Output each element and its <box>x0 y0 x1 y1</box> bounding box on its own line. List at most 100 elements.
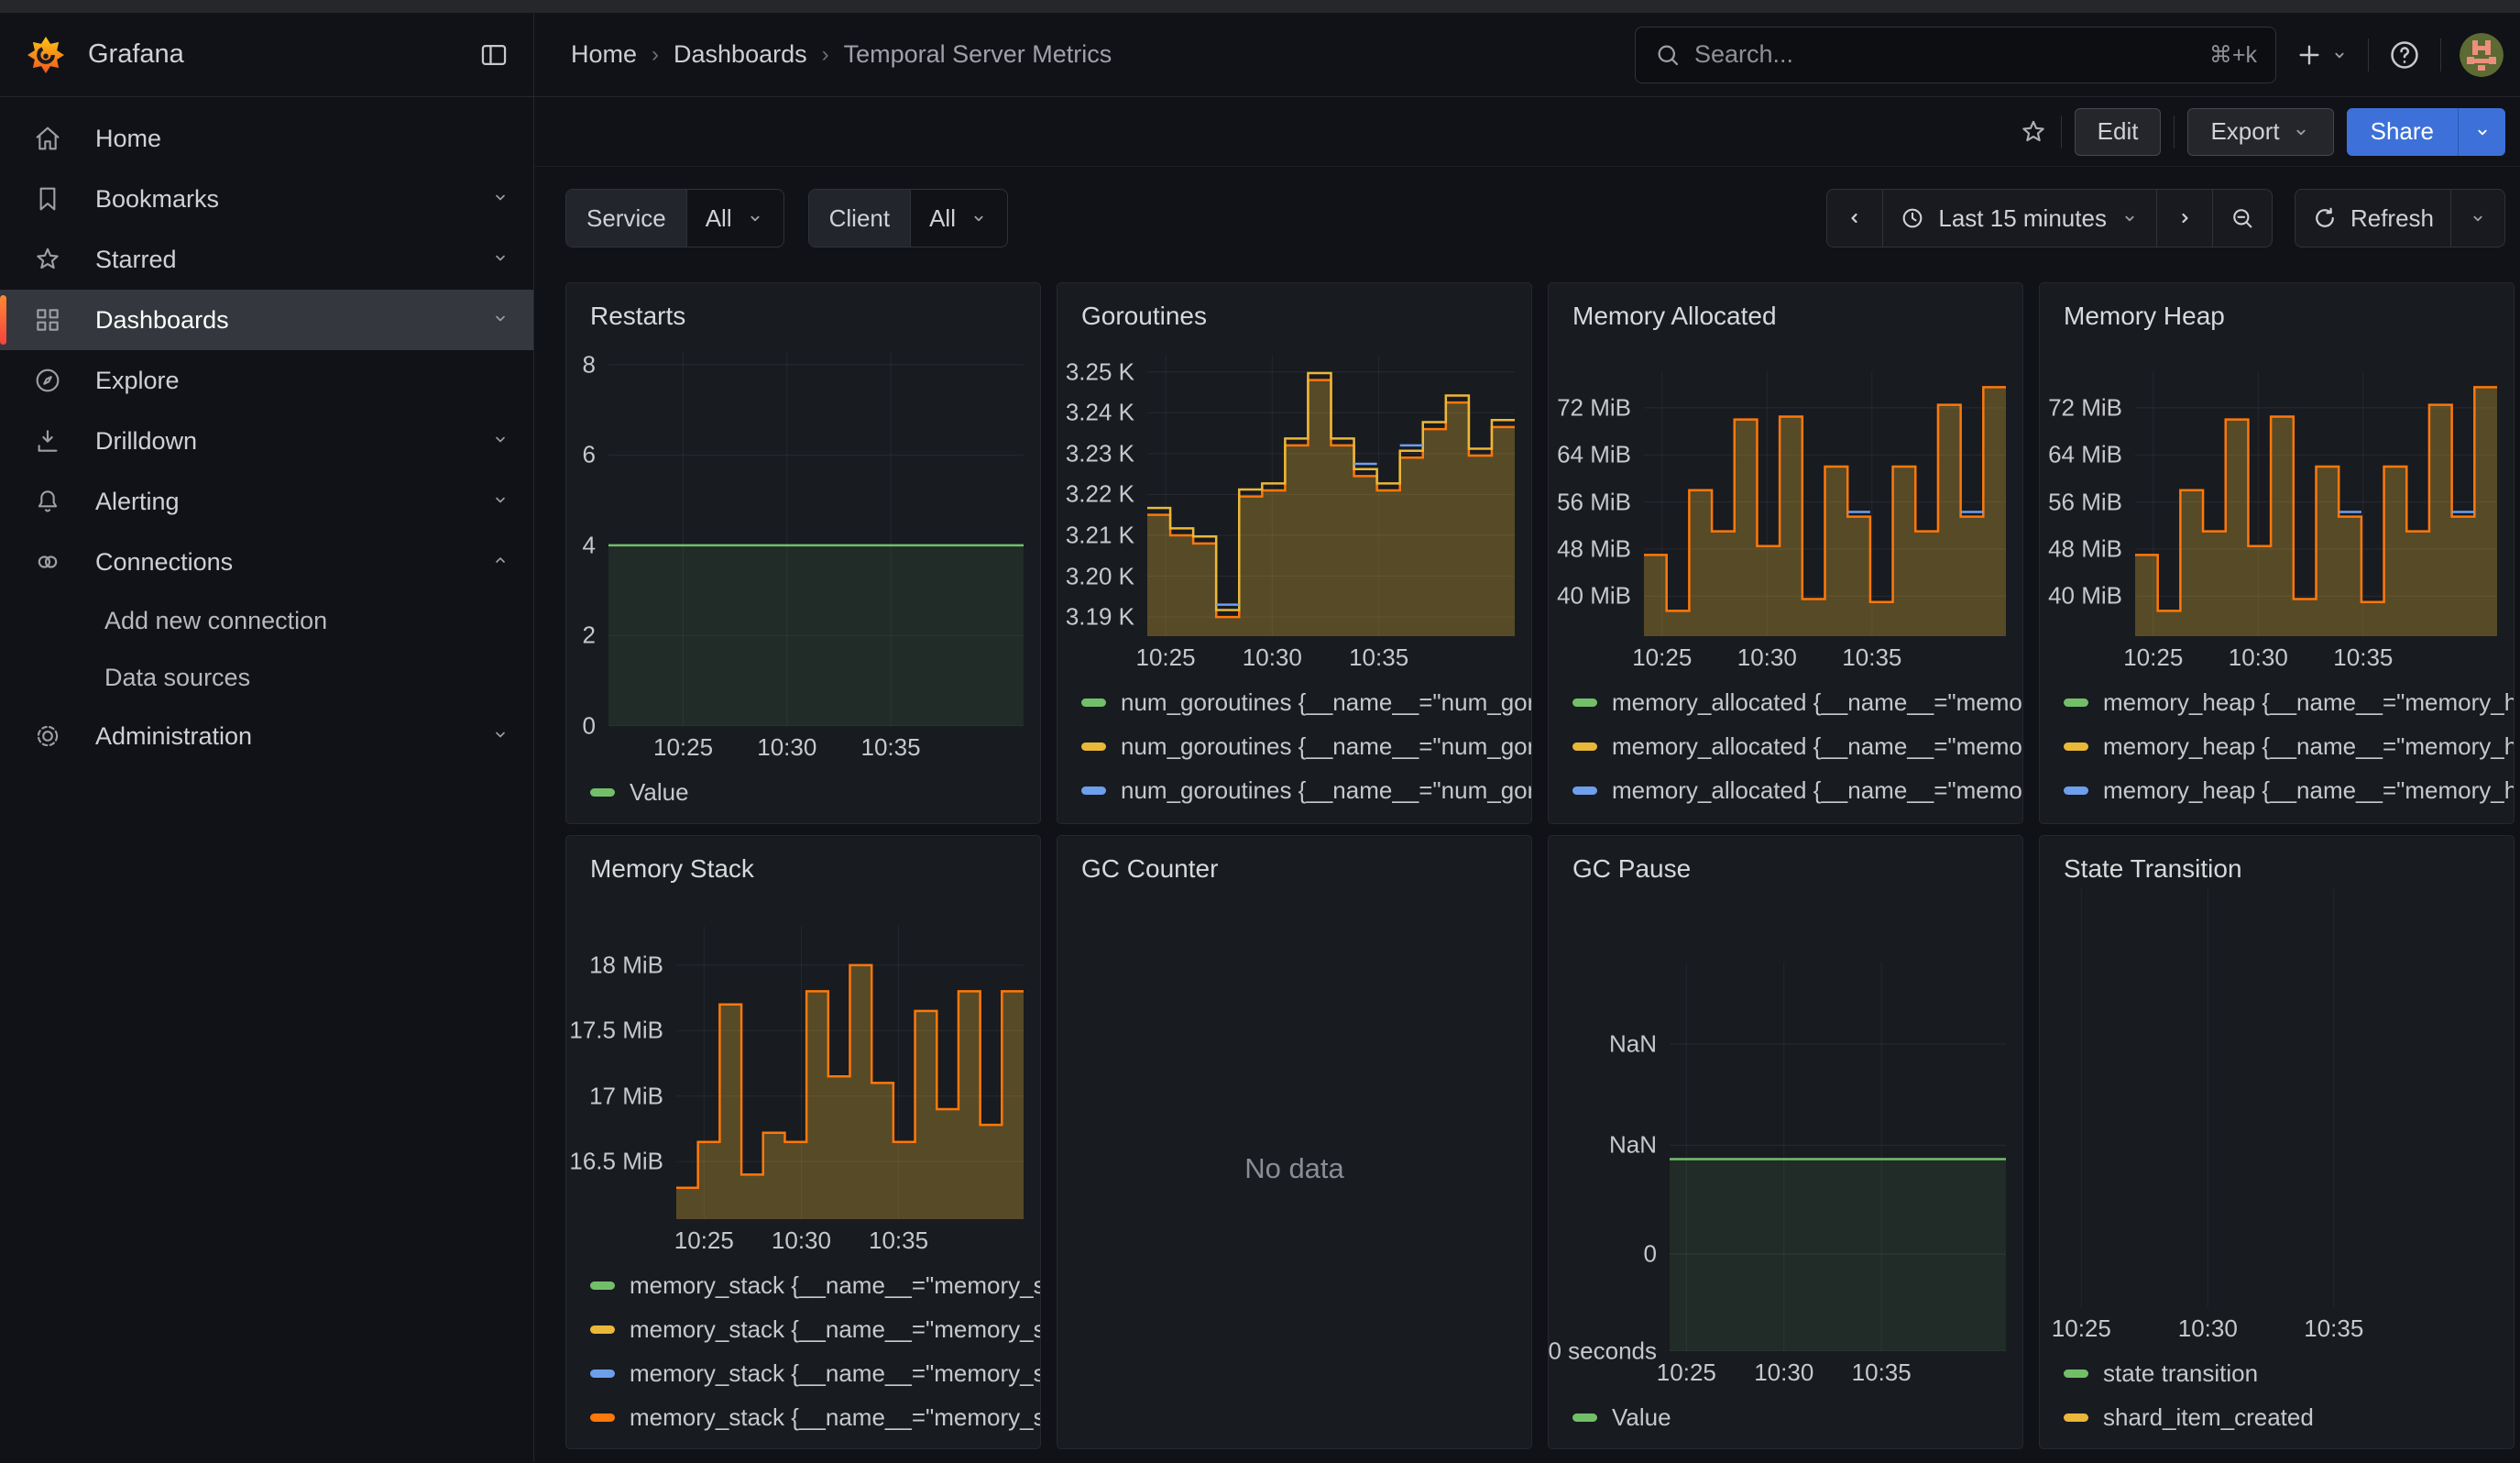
no-data-message: No data <box>1057 889 1531 1448</box>
legend-item[interactable]: memory_stack {__name__="memory_stack" <box>590 1263 1040 1307</box>
panel-title[interactable]: GC Pause <box>1549 836 2022 889</box>
y-axis-tick-label: 17 MiB <box>589 1082 663 1110</box>
breadcrumb-current-page: Temporal Server Metrics <box>844 40 1112 69</box>
legend-item[interactable]: memory_allocated {__name__="memory_alloc… <box>1572 812 2022 823</box>
y-axis-tick-label: 48 MiB <box>1557 534 1631 563</box>
legend-series-color <box>1572 742 1597 751</box>
legend-item[interactable]: memory_allocated {__name__="memory_alloc… <box>1572 724 2022 768</box>
legend-item[interactable]: shard_item_created <box>2064 1395 2514 1439</box>
panel-title[interactable]: Restarts <box>566 283 1040 336</box>
legend-series-color <box>1081 786 1106 795</box>
legend-item[interactable]: Value <box>1572 1395 2022 1439</box>
panel-body: 18 MiB17.5 MiB17 MiB16.5 MiB10:2510:3010… <box>566 889 1040 1448</box>
legend-series-color <box>1572 786 1597 795</box>
panel-legend: memory_stack {__name__="memory_stack"mem… <box>566 1260 1040 1448</box>
breadcrumb-dashboards[interactable]: Dashboards <box>674 40 807 69</box>
legend-series-label: shard_item_created <box>2103 1403 2314 1432</box>
refresh-button[interactable]: Refresh <box>2295 190 2450 247</box>
y-axis-tick-label: 0 <box>1644 1240 1657 1269</box>
legend-item[interactable]: memory_stack {__name__="memory_stack" <box>590 1307 1040 1351</box>
star-dashboard-button[interactable] <box>2019 117 2048 147</box>
breadcrumb-separator: › <box>652 42 659 68</box>
legend-item[interactable]: memory_stack {__name__="memory_stack" <box>590 1395 1040 1439</box>
edit-button[interactable]: Edit <box>2075 108 2162 156</box>
panel-title[interactable]: Memory Stack <box>566 836 1040 889</box>
share-button[interactable]: Share <box>2347 108 2458 156</box>
legend-item[interactable]: num_goroutines {__name__="num_goroutines… <box>1081 768 1531 812</box>
client-variable-value[interactable]: All <box>910 190 1007 247</box>
panel-legend: state transition shard_item_created <box>2040 1348 2514 1448</box>
chart-area: 3.25 K3.24 K3.23 K3.22 K3.21 K3.20 K3.19… <box>1057 336 1531 636</box>
grafana-logo[interactable] <box>27 37 64 73</box>
breadcrumb-home[interactable]: Home <box>571 40 637 69</box>
sidebar-item-bookmarks[interactable]: Bookmarks <box>0 169 533 229</box>
refresh-interval-button[interactable] <box>2450 190 2504 247</box>
add-new-button[interactable] <box>2295 40 2350 70</box>
legend-item[interactable]: memory_allocated {__name__="memory_alloc… <box>1572 680 2022 724</box>
plot-region[interactable] <box>1644 371 2006 636</box>
search-box[interactable]: ⌘+k <box>1635 27 2276 83</box>
share-menu-button[interactable] <box>2458 108 2505 156</box>
breadcrumb-separator: › <box>822 42 829 68</box>
search-shortcut-hint: ⌘+k <box>2209 41 2257 69</box>
user-avatar[interactable] <box>2460 33 2504 77</box>
legend-item[interactable]: state transition <box>2064 1351 2514 1395</box>
legend-item[interactable]: memory_heap {__name__="memory_heap" <box>2064 768 2514 812</box>
plug-icon <box>33 547 62 577</box>
sidebar-item-dashboards[interactable]: Dashboards <box>0 290 533 350</box>
chart-area <box>2040 889 2514 1307</box>
plot-region[interactable] <box>1670 962 2006 1351</box>
legend-series-label: memory_stack {__name__="memory_stack" <box>630 1359 1040 1388</box>
export-button[interactable]: Export <box>2187 108 2333 156</box>
sidebar-item-drilldown[interactable]: Drilldown <box>0 411 533 471</box>
sidebar-item-explore[interactable]: Explore <box>0 350 533 411</box>
brand-name: Grafana <box>88 39 184 70</box>
chart-canvas <box>676 926 1024 1219</box>
sidebar-item-alerting[interactable]: Alerting <box>0 471 533 532</box>
search-input[interactable] <box>1694 40 2197 69</box>
time-shift-forward-button[interactable] <box>2156 190 2212 247</box>
legend-item[interactable]: num_goroutines {__name__="num_goroutines… <box>1081 812 1531 823</box>
y-axis: 86420 <box>566 351 608 726</box>
panel-body: 3.25 K3.24 K3.23 K3.22 K3.21 K3.20 K3.19… <box>1057 336 1531 823</box>
panel-title[interactable]: State Transition <box>2040 836 2514 889</box>
panel-title[interactable]: Goroutines <box>1057 283 1531 336</box>
chevron-down-icon <box>2120 208 2140 228</box>
legend-item[interactable]: num_goroutines {__name__="num_goroutines… <box>1081 724 1531 768</box>
legend-series-label: Value <box>1612 1403 1671 1432</box>
legend-item[interactable]: memory_heap {__name__="memory_heap" <box>2064 680 2514 724</box>
legend-item[interactable]: memory_heap {__name__="memory_heap" <box>2064 812 2514 823</box>
sidebar-item-starred[interactable]: Starred <box>0 229 533 290</box>
plot-region[interactable] <box>2135 371 2497 636</box>
legend-item[interactable]: Value <box>590 770 1040 814</box>
sidebar-subitem-add-new-connection[interactable]: Add new connection <box>0 592 533 649</box>
legend-item[interactable]: memory_heap {__name__="memory_heap" <box>2064 724 2514 768</box>
legend-series-label: num_goroutines {__name__="num_goroutines… <box>1121 820 1531 824</box>
chevron-down-icon <box>2472 122 2493 142</box>
chevron-down-icon <box>2291 122 2311 142</box>
sidebar-toggle-icon[interactable] <box>478 39 509 71</box>
plot-region[interactable] <box>608 351 1024 726</box>
bell-icon <box>33 487 62 516</box>
sidebar-item-home[interactable]: Home <box>0 108 533 169</box>
plot-region[interactable] <box>676 926 1024 1219</box>
legend-item[interactable]: num_goroutines {__name__="num_goroutines… <box>1081 680 1531 724</box>
legend-item[interactable]: memory_stack {__name__="memory_stack" <box>590 1351 1040 1395</box>
time-range-picker[interactable]: Last 15 minutes <box>1882 190 2156 247</box>
help-icon[interactable] <box>2387 38 2422 72</box>
chevron-down-icon <box>489 186 511 208</box>
plot-region[interactable] <box>2047 889 2497 1307</box>
sidebar-subitem-data-sources[interactable]: Data sources <box>0 649 533 706</box>
service-variable-value[interactable]: All <box>686 190 783 247</box>
divider <box>2061 116 2062 148</box>
panel-title[interactable]: GC Counter <box>1057 836 1531 889</box>
panel-title[interactable]: Memory Heap <box>2040 283 2514 336</box>
sidebar-item-connections[interactable]: Connections <box>0 532 533 592</box>
plot-region[interactable] <box>1147 355 1515 636</box>
sidebar-item-administration[interactable]: Administration <box>0 706 533 766</box>
panel-title[interactable]: Memory Allocated <box>1549 283 2022 336</box>
legend-item[interactable]: memory_allocated {__name__="memory_alloc… <box>1572 768 2022 812</box>
zoom-out-button[interactable] <box>2212 190 2272 247</box>
time-shift-back-button[interactable] <box>1827 190 1882 247</box>
chevron-down-icon <box>969 208 989 228</box>
